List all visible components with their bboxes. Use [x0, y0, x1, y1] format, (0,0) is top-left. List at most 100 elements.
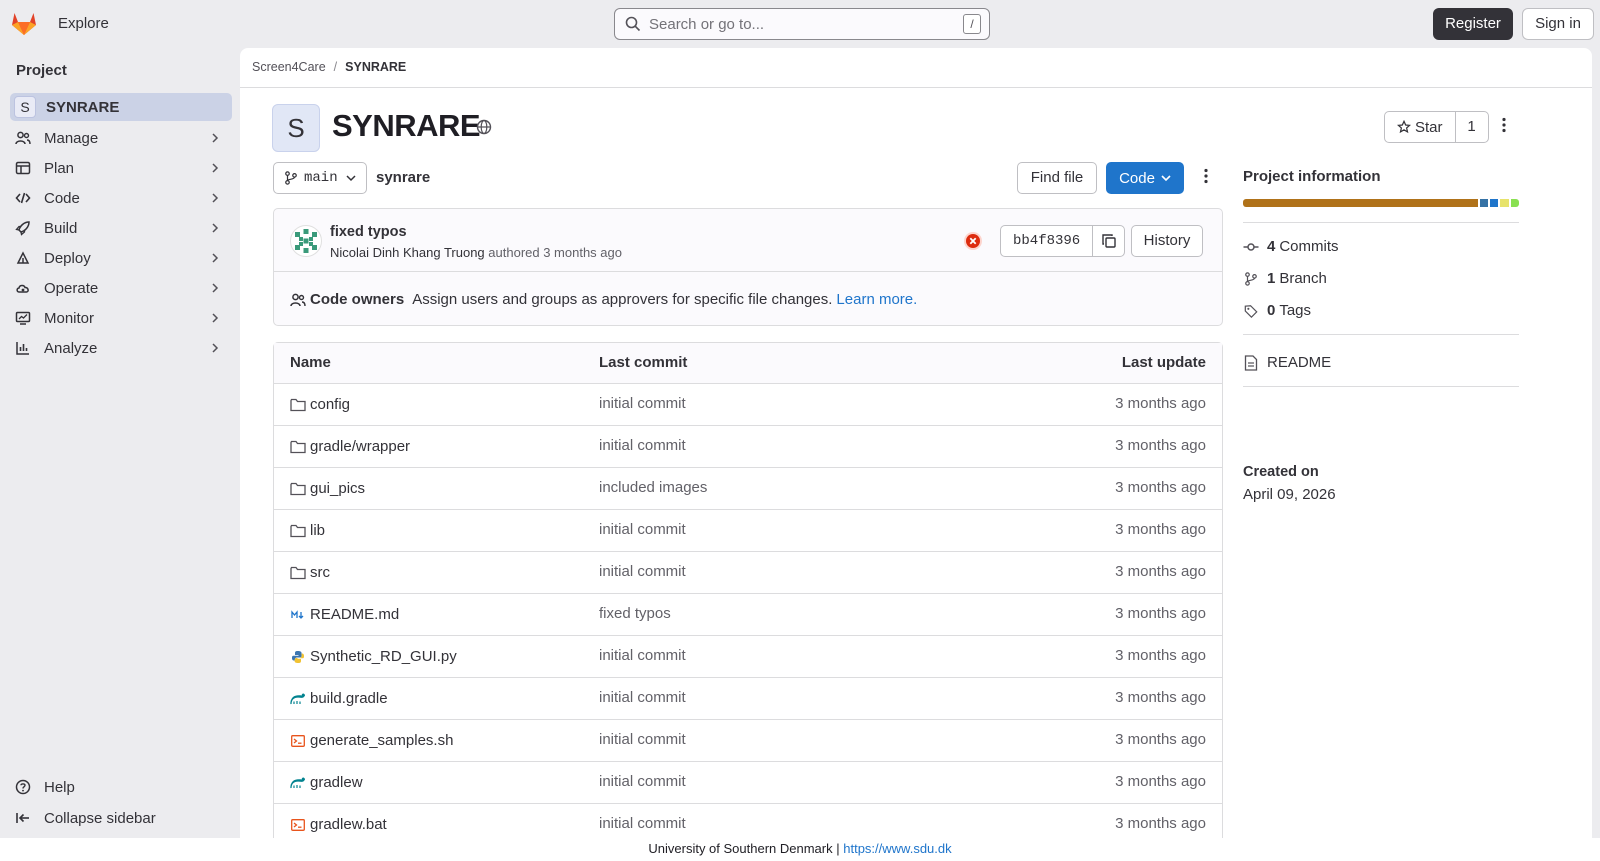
- file-name[interactable]: gui_pics: [310, 480, 365, 497]
- branch-selector[interactable]: main: [273, 162, 367, 194]
- sidebar-item-deploy[interactable]: Deploy: [10, 244, 232, 272]
- gitlab-logo-icon[interactable]: [10, 10, 38, 36]
- footer: University of Southern Denmark | https:/…: [0, 838, 1600, 861]
- sidebar-section-title: Project: [16, 62, 67, 79]
- file-last-commit[interactable]: initial commit: [599, 720, 686, 760]
- breadcrumb-group-link[interactable]: Screen4Care: [252, 60, 326, 74]
- star-count[interactable]: 1: [1456, 112, 1488, 142]
- file-name[interactable]: README.md: [310, 606, 399, 623]
- table-row[interactable]: README.md fixed typos 3 months ago: [274, 594, 1222, 636]
- file-last-commit[interactable]: initial commit: [599, 510, 686, 550]
- table-row[interactable]: build.gradle initial commit 3 months ago: [274, 678, 1222, 720]
- file-name[interactable]: config: [310, 396, 350, 413]
- commit-sha-button[interactable]: bb4f8396: [1001, 226, 1094, 256]
- repository-path-link[interactable]: synrare: [376, 169, 430, 186]
- learn-more-link[interactable]: Learn more.: [836, 291, 917, 308]
- breadcrumb-project-link[interactable]: SYNRARE: [345, 60, 406, 74]
- file-last-commit[interactable]: initial commit: [599, 384, 686, 424]
- table-row[interactable]: Synthetic_RD_GUI.py initial commit 3 mon…: [274, 636, 1222, 678]
- file-last-update: 3 months ago: [1115, 605, 1206, 622]
- sidebar-item-label: Manage: [44, 129, 99, 147]
- table-row[interactable]: lib initial commit 3 months ago: [274, 510, 1222, 552]
- table-row[interactable]: src initial commit 3 months ago: [274, 552, 1222, 594]
- file-name[interactable]: Synthetic_RD_GUI.py: [310, 648, 457, 665]
- more-actions-icon[interactable]: [1496, 117, 1512, 133]
- sidebar-item-build[interactable]: Build: [10, 214, 232, 242]
- language-segment[interactable]: [1479, 199, 1489, 207]
- file-last-commit[interactable]: initial commit: [599, 762, 686, 802]
- help-button[interactable]: Help: [10, 773, 232, 801]
- commit-title-link[interactable]: fixed typos: [330, 224, 407, 240]
- pipeline-failed-icon[interactable]: [963, 231, 983, 251]
- language-segment[interactable]: [1490, 199, 1499, 207]
- file-last-update: 3 months ago: [1115, 563, 1206, 580]
- register-button[interactable]: Register: [1433, 8, 1513, 40]
- file-name[interactable]: gradlew: [310, 774, 363, 791]
- table-row[interactable]: gradlew.bat initial commit 3 months ago: [274, 804, 1222, 838]
- file-last-commit[interactable]: initial commit: [599, 426, 686, 466]
- readme-link[interactable]: README: [1243, 354, 1331, 371]
- sidebar-item-code[interactable]: Code: [10, 184, 232, 212]
- table-row[interactable]: gradlew initial commit 3 months ago: [274, 762, 1222, 804]
- footer-link[interactable]: https://www.sdu.dk: [843, 841, 951, 856]
- file-last-commit[interactable]: initial commit: [599, 678, 686, 718]
- table-row[interactable]: config initial commit 3 months ago: [274, 384, 1222, 426]
- commit-author-link[interactable]: Nicolai Dinh Khang Truong: [330, 245, 485, 260]
- file-last-commit[interactable]: initial commit: [599, 636, 686, 676]
- table-row[interactable]: gui_pics included images 3 months ago: [274, 468, 1222, 510]
- sidebar-item-plan[interactable]: Plan: [10, 154, 232, 182]
- file-name[interactable]: generate_samples.sh: [310, 732, 453, 749]
- tags-link[interactable]: 0 Tags: [1243, 302, 1311, 319]
- chevron-right-icon: [210, 193, 220, 203]
- sidebar-item-operate[interactable]: Operate: [10, 274, 232, 302]
- collapse-sidebar-button[interactable]: Collapse sidebar: [10, 804, 232, 832]
- deploy-icon: [14, 250, 32, 266]
- file-last-update: 3 months ago: [1115, 479, 1206, 496]
- copy-icon[interactable]: [1093, 226, 1124, 256]
- file-last-commit[interactable]: fixed typos: [599, 594, 671, 634]
- commit-authored-text: authored 3 months ago: [488, 245, 622, 260]
- sidebar-item-monitor[interactable]: Monitor: [10, 304, 232, 332]
- created-on-date: April 09, 2026: [1243, 486, 1336, 503]
- search-input[interactable]: Search or go to... /: [614, 8, 990, 40]
- file-last-update: 3 months ago: [1115, 815, 1206, 832]
- breadcrumb: Screen4Care / SYNRARE: [252, 60, 406, 74]
- star-icon: [1397, 120, 1411, 134]
- gradle-icon: [290, 777, 306, 789]
- table-row[interactable]: gradle/wrapper initial commit 3 months a…: [274, 426, 1222, 468]
- folder-icon: [290, 440, 306, 454]
- document-icon: [1243, 354, 1259, 371]
- table-row[interactable]: generate_samples.sh initial commit 3 mon…: [274, 720, 1222, 762]
- sidebar-item-manage[interactable]: Manage: [10, 124, 232, 152]
- branches-count: 1: [1267, 270, 1276, 287]
- file-name[interactable]: gradlew.bat: [310, 816, 387, 833]
- file-last-commit[interactable]: initial commit: [599, 552, 686, 592]
- file-name[interactable]: lib: [310, 522, 325, 539]
- star-button[interactable]: Star: [1385, 112, 1456, 142]
- sidebar-item-project[interactable]: S SYNRARE: [10, 93, 232, 121]
- sidebar-item-analyze[interactable]: Analyze: [10, 334, 232, 362]
- branches-link[interactable]: 1 Branch: [1243, 270, 1327, 287]
- file-name[interactable]: build.gradle: [310, 690, 388, 707]
- sidebar-item-label: Plan: [44, 159, 75, 177]
- code-dropdown-button[interactable]: Code: [1106, 162, 1184, 194]
- commits-link[interactable]: 4 Commits: [1243, 238, 1339, 255]
- file-name[interactable]: gradle/wrapper: [310, 438, 410, 455]
- project-information-panel: Project information 4 Commits 1 Branch 0…: [1243, 168, 1519, 503]
- language-segment[interactable]: [1510, 199, 1519, 207]
- repository-actions-icon[interactable]: [1198, 168, 1214, 184]
- file-name[interactable]: src: [310, 564, 330, 581]
- explore-link[interactable]: Explore: [58, 15, 109, 32]
- language-bar: [1243, 199, 1519, 207]
- avatar[interactable]: [290, 225, 322, 257]
- file-last-commit[interactable]: included images: [599, 468, 707, 508]
- find-file-button[interactable]: Find file: [1017, 162, 1097, 194]
- top-bar: Explore Search or go to... / Register Si…: [0, 0, 1600, 48]
- file-last-commit[interactable]: initial commit: [599, 804, 686, 838]
- chevron-right-icon: [210, 253, 220, 263]
- history-button[interactable]: History: [1131, 225, 1203, 257]
- language-segment[interactable]: [1243, 199, 1478, 207]
- code-button-label: Code: [1119, 169, 1155, 187]
- sign-in-button[interactable]: Sign in: [1522, 8, 1594, 40]
- language-segment[interactable]: [1500, 199, 1509, 207]
